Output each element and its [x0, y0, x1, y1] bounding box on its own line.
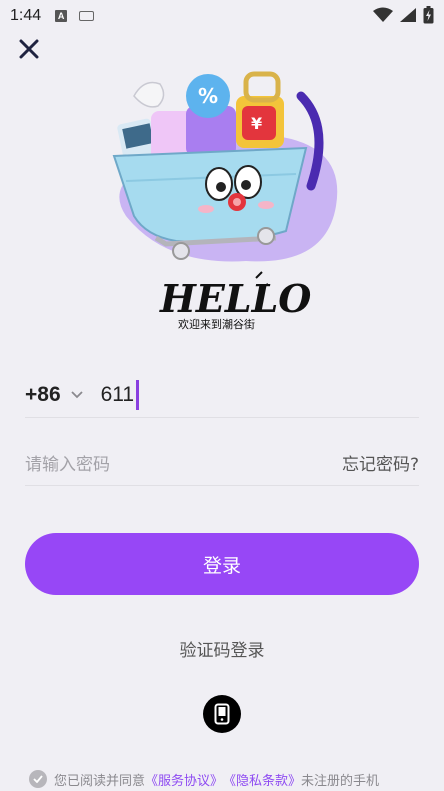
login-button[interactable]: 登录	[25, 533, 419, 595]
signal-icon	[400, 8, 416, 22]
wifi-icon	[373, 7, 393, 22]
login-button-label: 登录	[202, 554, 241, 577]
svg-text:¥: ¥	[251, 114, 262, 133]
password-input-row: 请输入密码 忘记密码?	[25, 440, 419, 486]
keyboard-icon	[79, 11, 95, 21]
mobile-phone-icon	[214, 703, 230, 725]
agreement-suffix: 未注册的手机	[301, 773, 380, 789]
close-button[interactable]	[16, 36, 42, 62]
chevron-down-icon	[70, 390, 83, 399]
agreement-checkbox[interactable]	[29, 770, 47, 788]
phone-number-value: 611	[100, 382, 135, 406]
text-cursor	[136, 379, 139, 410]
privacy-terms-link[interactable]: 《隐私条款》	[223, 770, 301, 789]
agreement-prefix: 您已阅读并同意	[54, 773, 146, 789]
app-notification-icon: A	[55, 10, 68, 22]
shopping-cart-illustration: % ¥ HELLO 欢迎来到潮谷街	[112, 71, 338, 331]
phone-number-input[interactable]: 611	[100, 379, 139, 410]
close-icon	[19, 39, 39, 59]
hello-logo: HELLO	[159, 276, 311, 321]
status-indicators	[373, 6, 434, 24]
agreement-row: 您已阅读并同意 《服务协议》 《隐私条款》 未注册的手机	[29, 768, 444, 790]
sms-code-login-link[interactable]: 验证码登录	[0, 636, 444, 661]
forgot-password-link[interactable]: 忘记密码?	[342, 450, 419, 475]
password-input[interactable]: 请输入密码	[25, 450, 110, 475]
hero-illustration: % ¥ HELLO 欢迎来到潮谷街	[96, 66, 348, 342]
service-agreement-link[interactable]: 《服务协议》	[145, 770, 223, 789]
battery-icon	[423, 6, 434, 24]
country-code-selector[interactable]: +86	[25, 383, 101, 407]
country-code-label: +86	[25, 382, 61, 406]
welcome-slogan: 欢迎来到潮谷街	[178, 317, 255, 331]
status-time: 1:44	[10, 7, 42, 24]
status-bar: 1:44 A	[0, 0, 444, 32]
check-icon	[33, 775, 43, 783]
phone-input-row: +86 611	[25, 372, 419, 418]
phone-login-button[interactable]	[203, 695, 241, 733]
svg-text:%: %	[198, 84, 218, 108]
